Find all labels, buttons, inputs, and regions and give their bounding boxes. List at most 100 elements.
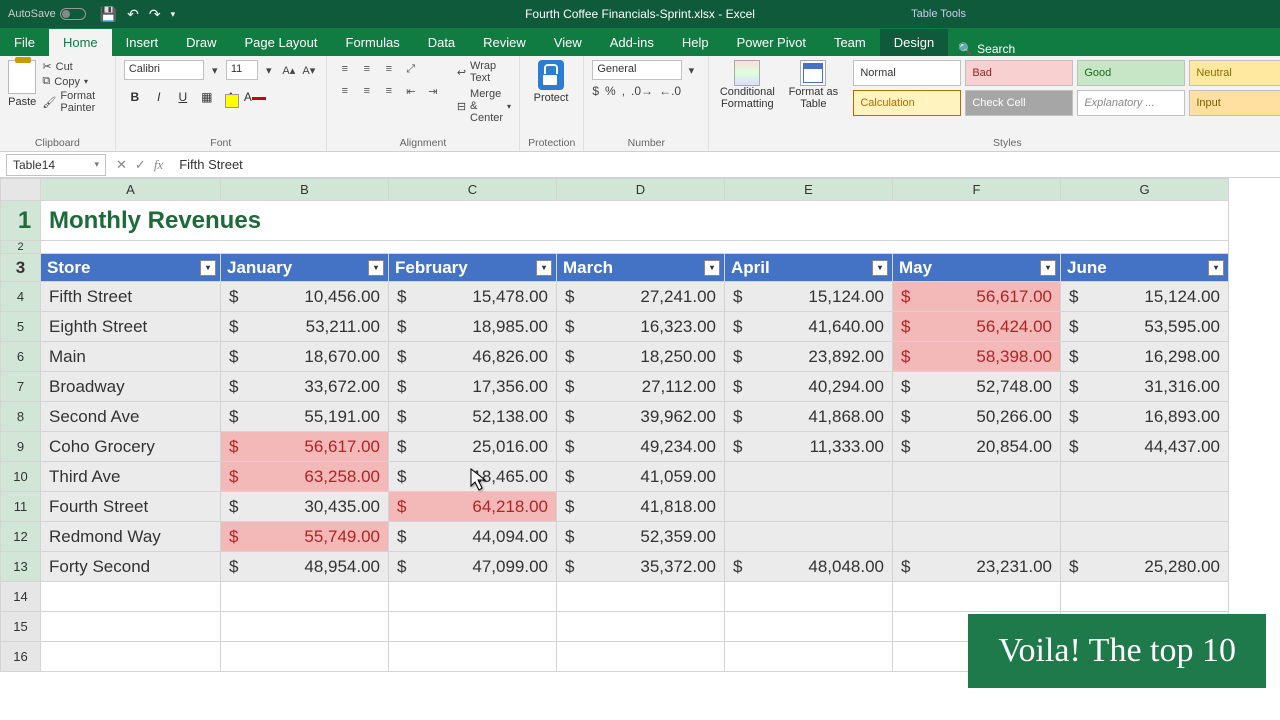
table-cell[interactable]: $17,356.00 — [389, 372, 557, 402]
tab-power-pivot[interactable]: Power Pivot — [723, 29, 820, 56]
table-cell[interactable] — [1061, 522, 1229, 552]
table-cell[interactable]: $50,266.00 — [893, 402, 1061, 432]
tab-addins[interactable]: Add-ins — [596, 29, 668, 56]
table-header-june[interactable]: June▾ — [1061, 254, 1229, 282]
table-cell[interactable]: $52,359.00 — [557, 522, 725, 552]
table-cell[interactable]: Third Ave — [41, 462, 221, 492]
conditional-formatting-button[interactable]: Conditional Formatting — [717, 60, 777, 110]
table-cell[interactable]: Eighth Street — [41, 312, 221, 342]
table-cell[interactable]: $52,138.00 — [389, 402, 557, 432]
table-cell[interactable]: Forty Second — [41, 552, 221, 582]
row-header-6[interactable]: 6 — [1, 342, 41, 372]
filter-icon[interactable]: ▾ — [1040, 260, 1056, 276]
table-cell[interactable]: $53,595.00 — [1061, 312, 1229, 342]
table-cell[interactable]: $48,954.00 — [221, 552, 389, 582]
underline-button[interactable]: U — [172, 86, 194, 108]
empty-cell[interactable] — [41, 642, 221, 672]
table-cell[interactable]: $63,258.00 — [221, 462, 389, 492]
format-as-table-button[interactable]: Format as Table — [783, 60, 843, 110]
qat-customize-icon[interactable]: ▾ — [171, 9, 176, 20]
table-header-march[interactable]: March▾ — [557, 254, 725, 282]
percent-button[interactable]: % — [605, 84, 616, 98]
row-header-10[interactable]: 10 — [1, 462, 41, 492]
style-good[interactable]: Good — [1077, 60, 1185, 86]
table-cell[interactable]: $18,250.00 — [557, 342, 725, 372]
row-header-7[interactable]: 7 — [1, 372, 41, 402]
table-cell[interactable]: $27,112.00 — [557, 372, 725, 402]
table-cell[interactable]: $41,059.00 — [557, 462, 725, 492]
tab-home[interactable]: Home — [49, 29, 112, 56]
align-center-button[interactable]: ≡ — [357, 82, 377, 100]
column-header-C[interactable]: C — [389, 179, 557, 201]
tab-file[interactable]: File — [0, 29, 49, 56]
tab-view[interactable]: View — [540, 29, 596, 56]
table-cell[interactable]: $23,231.00 — [893, 552, 1061, 582]
empty-cell[interactable] — [557, 612, 725, 642]
cancel-formula-icon[interactable]: ✕ — [116, 157, 127, 173]
row-header-3[interactable]: 3 — [1, 254, 41, 282]
table-header-may[interactable]: May▾ — [893, 254, 1061, 282]
table-cell[interactable]: Fifth Street — [41, 282, 221, 312]
paste-button[interactable]: Paste — [8, 60, 36, 108]
tab-team[interactable]: Team — [820, 29, 880, 56]
table-header-january[interactable]: January▾ — [221, 254, 389, 282]
table-cell[interactable]: $15,124.00 — [1061, 282, 1229, 312]
table-cell[interactable]: $16,893.00 — [1061, 402, 1229, 432]
table-cell[interactable]: $20,854.00 — [893, 432, 1061, 462]
tab-page-layout[interactable]: Page Layout — [231, 29, 332, 56]
increase-decimal-button[interactable]: .0→ — [631, 84, 653, 98]
align-left-button[interactable]: ≡ — [335, 82, 355, 100]
table-cell[interactable] — [1061, 462, 1229, 492]
empty-cell[interactable] — [389, 582, 557, 612]
row-header-4[interactable]: 4 — [1, 282, 41, 312]
empty-cell[interactable] — [389, 612, 557, 642]
table-cell[interactable]: $33,672.00 — [221, 372, 389, 402]
table-cell[interactable]: $10,456.00 — [221, 282, 389, 312]
table-cell[interactable]: $15,124.00 — [725, 282, 893, 312]
cell-styles-gallery[interactable]: Normal Bad Good Neutral Calculation Chec… — [853, 60, 1280, 116]
table-cell[interactable]: $11,333.00 — [725, 432, 893, 462]
empty-cell[interactable] — [221, 612, 389, 642]
sheet-title-cell[interactable]: Monthly Revenues — [41, 201, 1229, 241]
tab-formulas[interactable]: Formulas — [332, 29, 414, 56]
table-cell[interactable]: $55,749.00 — [221, 522, 389, 552]
tab-draw[interactable]: Draw — [172, 29, 230, 56]
tab-insert[interactable]: Insert — [112, 29, 173, 56]
table-cell[interactable]: $48,048.00 — [725, 552, 893, 582]
table-cell[interactable]: $39,962.00 — [557, 402, 725, 432]
table-cell[interactable] — [725, 462, 893, 492]
row-header-16[interactable]: 16 — [1, 642, 41, 672]
empty-cell[interactable] — [557, 642, 725, 672]
table-cell[interactable]: Redmond Way — [41, 522, 221, 552]
table-cell[interactable]: $52,748.00 — [893, 372, 1061, 402]
style-check-cell[interactable]: Check Cell — [965, 90, 1073, 116]
align-middle-button[interactable]: ≡ — [357, 60, 377, 78]
decrease-indent-button[interactable]: ⇤ — [401, 82, 421, 100]
table-cell[interactable]: $49,234.00 — [557, 432, 725, 462]
column-header-F[interactable]: F — [893, 179, 1061, 201]
filter-icon[interactable]: ▾ — [536, 260, 552, 276]
increase-indent-button[interactable]: ⇥ — [423, 82, 443, 100]
empty-cell[interactable] — [557, 582, 725, 612]
row-header-14[interactable]: 14 — [1, 582, 41, 612]
row-header-15[interactable]: 15 — [1, 612, 41, 642]
empty-cell[interactable] — [725, 582, 893, 612]
tab-help[interactable]: Help — [668, 29, 723, 56]
table-cell[interactable]: $56,617.00 — [221, 432, 389, 462]
tab-data[interactable]: Data — [414, 29, 469, 56]
table-cell[interactable]: $44,437.00 — [1061, 432, 1229, 462]
table-header-february[interactable]: February▾ — [389, 254, 557, 282]
table-cell[interactable]: $27,241.00 — [557, 282, 725, 312]
column-header-D[interactable]: D — [557, 179, 725, 201]
table-cell[interactable]: $58,398.00 — [893, 342, 1061, 372]
filter-icon[interactable]: ▾ — [704, 260, 720, 276]
column-header-G[interactable]: G — [1061, 179, 1229, 201]
align-top-button[interactable]: ≡ — [335, 60, 355, 78]
formula-input[interactable]: Fifth Street — [173, 155, 1280, 174]
table-cell[interactable]: $55,191.00 — [221, 402, 389, 432]
comma-button[interactable]: , — [622, 84, 625, 98]
row-header-5[interactable]: 5 — [1, 312, 41, 342]
orientation-button[interactable]: ⤢ — [401, 60, 421, 78]
worksheet-grid[interactable]: ABCDEFG1Monthly Revenues23Store▾January▾… — [0, 178, 1280, 718]
table-cell[interactable]: $47,099.00 — [389, 552, 557, 582]
